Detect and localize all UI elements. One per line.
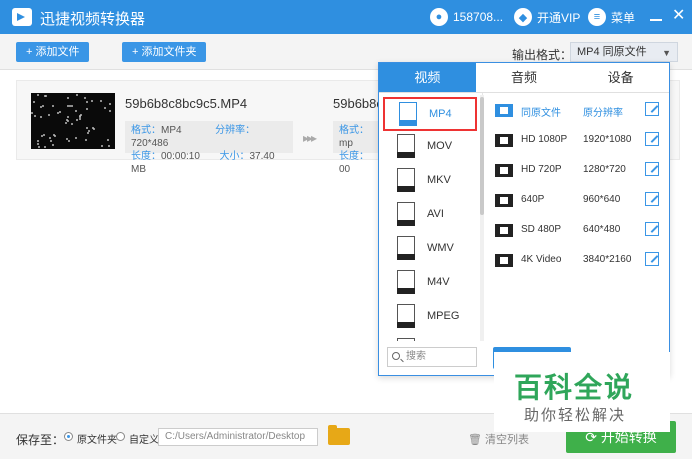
resolution-row[interactable]: HD 1080P 1920*1080	[487, 125, 669, 155]
watermark-title: 百科全说	[514, 372, 635, 403]
format-item-mkv[interactable]: MKV	[383, 165, 477, 199]
output-meta: 格式：mp 长度：00	[333, 121, 379, 175]
format-item-m4v[interactable]: M4V	[383, 267, 477, 301]
format-list: MP4 MOV MKV AVI WMV M4V MPEG	[379, 93, 483, 341]
vip-button[interactable]: ◆ 开通VIP	[514, 7, 580, 27]
title-bar: 迅捷视频转换器 ● 158708... ◆ 开通VIP ≡ 菜单 ✕	[0, 0, 692, 34]
tab-device[interactable]: 设备	[572, 63, 670, 92]
format-item-wmv[interactable]: WMV	[383, 233, 477, 267]
edit-icon[interactable]	[645, 252, 659, 266]
scrollbar-thumb[interactable]	[480, 97, 484, 215]
user-id: 158708...	[453, 10, 504, 24]
format-item-mov[interactable]: MOV	[383, 131, 477, 165]
format-item-mp4[interactable]: MP4	[383, 97, 477, 131]
video-file-icon	[397, 270, 415, 294]
menu-button[interactable]: ≡ 菜单	[588, 7, 635, 27]
radio-custom-label: 自定义	[129, 435, 159, 446]
film-icon	[495, 104, 513, 117]
resolution-list: 同原文件 原分辨率 HD 1080P 1920*1080 HD 720P 128…	[487, 93, 669, 341]
chevron-down-icon: ▼	[662, 48, 671, 58]
video-file-icon	[397, 304, 415, 328]
format-list-scrollbar[interactable]	[480, 95, 484, 341]
radio-source-folder-label: 原文件夹	[77, 435, 117, 446]
output-file-name: 59b6b8c	[333, 96, 383, 111]
resolution-row[interactable]: 640P 960*640	[487, 185, 669, 215]
watermark: 百科全说 助你轻松解决	[494, 352, 670, 432]
watermark-subtitle: 助你轻松解决	[524, 407, 627, 424]
convert-arrow-icon: ▸▸▸	[303, 131, 317, 145]
menu-icon: ≡	[588, 8, 606, 26]
video-file-icon	[397, 134, 415, 158]
film-icon	[495, 134, 513, 147]
file-name: 59b6b8c8bc9c5.MP4	[125, 96, 248, 111]
tab-audio[interactable]: 音频	[475, 63, 573, 92]
format-search-input[interactable]: 搜索	[387, 347, 477, 367]
resolution-row[interactable]: 4K Video 3840*2160	[487, 245, 669, 275]
resolution-row[interactable]: HD 720P 1280*720	[487, 155, 669, 185]
film-icon	[495, 254, 513, 267]
menu-label: 菜单	[611, 10, 636, 25]
edit-icon[interactable]	[645, 192, 659, 206]
save-to-label: 保存至：	[16, 433, 65, 447]
user-icon: ●	[430, 8, 448, 26]
user-account[interactable]: ● 158708...	[430, 7, 503, 27]
video-file-icon	[397, 168, 415, 192]
edit-icon[interactable]	[645, 132, 659, 146]
folder-icon[interactable]	[328, 425, 350, 445]
video-file-icon	[399, 102, 417, 126]
add-folder-button[interactable]: + 添加文件夹	[122, 42, 207, 62]
format-item-avi[interactable]: AVI	[383, 199, 477, 233]
tab-video[interactable]: 视频	[379, 63, 476, 92]
film-icon	[495, 164, 513, 177]
output-path-input[interactable]: C:/Users/Administrator/Desktop	[158, 428, 318, 446]
edit-icon[interactable]	[645, 222, 659, 236]
format-popup: 视频 音频 设备 MP4 MOV MKV AVI WMV M4V MPEG 同原…	[378, 62, 670, 376]
output-format-select[interactable]: MP4 同原文件 ▼	[570, 42, 678, 62]
resolution-row[interactable]: 同原文件 原分辨率	[487, 95, 669, 125]
format-item-mpeg[interactable]: MPEG	[383, 301, 477, 335]
edit-icon[interactable]	[645, 162, 659, 176]
resolution-row[interactable]: SD 480P 640*480	[487, 215, 669, 245]
video-file-icon	[397, 202, 415, 226]
film-icon	[495, 194, 513, 207]
add-file-button[interactable]: + 添加文件	[16, 42, 90, 62]
output-format-value: MP4 同原文件	[577, 46, 647, 58]
radio-source-folder[interactable]	[64, 432, 73, 441]
video-file-icon	[397, 338, 415, 341]
output-format-label: 输出格式：	[512, 48, 573, 62]
source-meta: 格式：MP4 分辨率：720*486 长度：00:00:10 大小：37.40 …	[125, 121, 293, 175]
app-logo-icon	[12, 8, 32, 26]
video-thumbnail	[31, 93, 115, 149]
video-file-icon	[397, 236, 415, 260]
edit-icon[interactable]	[645, 102, 659, 116]
close-button[interactable]: ✕	[672, 7, 688, 25]
clear-list-button[interactable]: 🗑 清空列表	[468, 431, 529, 447]
search-icon	[392, 352, 400, 360]
minimize-button[interactable]	[650, 10, 664, 24]
film-icon	[495, 224, 513, 237]
app-title: 迅捷视频转换器	[40, 11, 146, 28]
vip-label: 开通VIP	[537, 10, 581, 25]
format-tabs: 视频 音频 设备	[379, 63, 670, 93]
format-item-partial[interactable]	[383, 335, 477, 341]
radio-custom[interactable]	[116, 432, 125, 441]
vip-icon: ◆	[514, 8, 532, 26]
